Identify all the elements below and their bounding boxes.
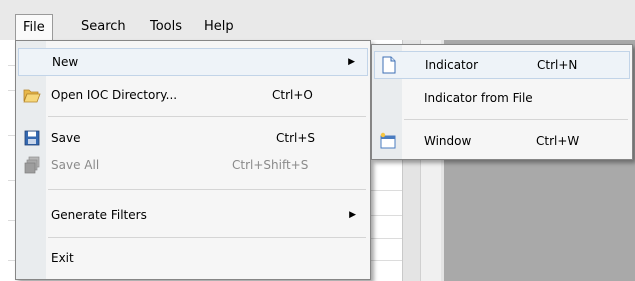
menu-item-label: Save All xyxy=(51,158,100,172)
menu-item-shortcut: Ctrl+S xyxy=(276,131,316,145)
menu-item-indicator-from-file[interactable]: Indicator from File xyxy=(374,85,630,111)
menu-item-label: New xyxy=(52,55,79,69)
new-window-icon xyxy=(380,132,396,149)
menu-tools[interactable]: Tools xyxy=(143,14,189,40)
menu-item-label: Indicator xyxy=(425,58,479,72)
menu-item-label: Save xyxy=(51,131,81,145)
menu-item-window[interactable]: Window Ctrl+W xyxy=(374,128,630,154)
folder-open-icon xyxy=(23,89,41,103)
menu-item-label: Generate Filters xyxy=(51,208,147,222)
menu-item-label: Open IOC Directory... xyxy=(51,88,178,102)
menu-item-indicator[interactable]: Indicator Ctrl+N xyxy=(374,51,630,79)
menu-item-label: Exit xyxy=(51,251,74,265)
submenu-arrow-icon: ▶ xyxy=(349,210,356,220)
menu-item-save-all[interactable]: Save All Ctrl+Shift+S xyxy=(18,152,368,178)
menu-search[interactable]: Search xyxy=(74,14,133,40)
menu-item-generate-filters[interactable]: Generate Filters ▶ xyxy=(18,202,368,228)
menu-help[interactable]: Help xyxy=(197,14,241,40)
menu-item-new[interactable]: New ▶ xyxy=(18,48,368,76)
menu-separator xyxy=(404,119,628,120)
menu-item-shortcut: Ctrl+W xyxy=(536,134,580,148)
menu-item-shortcut: Ctrl+O xyxy=(272,88,313,102)
menu-item-exit[interactable]: Exit xyxy=(18,245,368,271)
menu-separator xyxy=(48,116,366,117)
menu-item-open-ioc-directory[interactable]: Open IOC Directory... Ctrl+O xyxy=(18,82,368,108)
menu-item-label: Window xyxy=(424,134,472,148)
multiple-floppy-icon xyxy=(24,156,40,174)
floppy-disk-icon xyxy=(24,130,40,146)
menu-item-save[interactable]: Save Ctrl+S xyxy=(18,125,368,151)
menu-file[interactable]: File xyxy=(15,14,53,41)
menu-item-label: Indicator from File xyxy=(424,91,533,105)
menu-item-shortcut: Ctrl+Shift+S xyxy=(232,158,309,172)
document-icon xyxy=(382,56,396,74)
new-submenu: Indicator Ctrl+N Indicator from File Win… xyxy=(371,44,633,160)
menu-separator xyxy=(48,237,366,238)
menu-separator xyxy=(48,189,366,190)
file-menu: New ▶ Open IOC Directory... Ctrl+O Save … xyxy=(15,40,371,280)
submenu-arrow-icon: ▶ xyxy=(348,57,355,67)
menu-item-shortcut: Ctrl+N xyxy=(537,58,578,72)
